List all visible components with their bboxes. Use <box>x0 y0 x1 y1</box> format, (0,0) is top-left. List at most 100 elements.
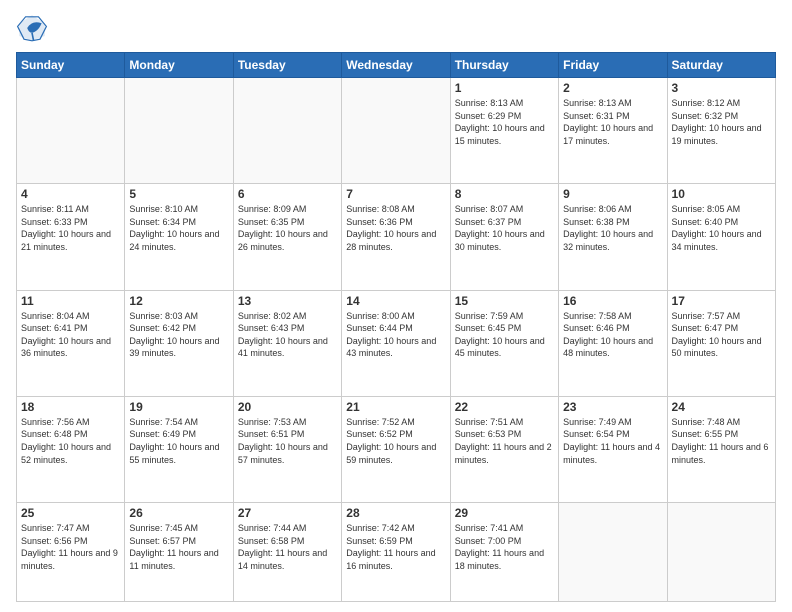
calendar-week-1: 1 Sunrise: 8:13 AM Sunset: 6:29 PM Daylig… <box>17 78 776 184</box>
calendar-cell: 25 Sunrise: 7:47 AM Sunset: 6:56 PM Dayli… <box>17 503 125 602</box>
calendar-cell: 13Sunrise: 8:02 AM Sunset: 6:43 PM Dayli… <box>233 290 341 396</box>
day-info: Sunrise: 7:49 AM Sunset: 6:54 PM Dayligh… <box>563 416 662 466</box>
calendar-cell: 21Sunrise: 7:52 AM Sunset: 6:52 PM Dayli… <box>342 396 450 502</box>
weekday-header-row: SundayMondayTuesdayWednesdayThursdayFrid… <box>17 53 776 78</box>
day-info: Sunrise: 7:53 AM Sunset: 6:51 PM Dayligh… <box>238 416 337 466</box>
page: SundayMondayTuesdayWednesdayThursdayFrid… <box>0 0 792 612</box>
day-number: 1 <box>455 81 554 95</box>
weekday-header-wednesday: Wednesday <box>342 53 450 78</box>
day-number: 20 <box>238 400 337 414</box>
calendar-cell: 6Sunrise: 8:09 AM Sunset: 6:35 PM Daylig… <box>233 184 341 290</box>
day-info: Sunrise: 7:58 AM Sunset: 6:46 PM Dayligh… <box>563 310 662 360</box>
day-info: Sunrise: 7:51 AM Sunset: 6:53 PM Dayligh… <box>455 416 554 466</box>
calendar-cell: 12 Sunrise: 8:03 AM Sunset: 6:42 PM Dayli… <box>125 290 233 396</box>
day-number: 22 <box>455 400 554 414</box>
day-info: Sunrise: 7:48 AM Sunset: 6:55 PM Dayligh… <box>672 416 771 466</box>
calendar-cell: 19 Sunrise: 7:54 AM Sunset: 6:49 PM Dayli… <box>125 396 233 502</box>
weekday-header-saturday: Saturday <box>667 53 775 78</box>
day-info: Sunrise: 7:56 AM Sunset: 6:48 PM Dayligh… <box>21 416 120 466</box>
calendar-cell: 4 Sunrise: 8:11 AM Sunset: 6:33 PM Daylig… <box>17 184 125 290</box>
day-number: 6 <box>238 187 337 201</box>
calendar-week-2: 4 Sunrise: 8:11 AM Sunset: 6:33 PM Daylig… <box>17 184 776 290</box>
calendar-cell: 26 Sunrise: 7:45 AM Sunset: 6:57 PM Dayli… <box>125 503 233 602</box>
calendar-cell: 7 Sunrise: 8:08 AM Sunset: 6:36 PM Daylig… <box>342 184 450 290</box>
day-info: Sunrise: 8:07 AM Sunset: 6:37 PM Dayligh… <box>455 203 554 253</box>
header <box>16 12 776 44</box>
calendar-cell: 24 Sunrise: 7:48 AM Sunset: 6:55 PM Dayli… <box>667 396 775 502</box>
weekday-header-monday: Monday <box>125 53 233 78</box>
day-info: Sunrise: 8:10 AM Sunset: 6:34 PM Dayligh… <box>129 203 228 253</box>
calendar-cell: 28 Sunrise: 7:42 AM Sunset: 6:59 PM Dayli… <box>342 503 450 602</box>
day-number: 27 <box>238 506 337 520</box>
day-number: 25 <box>21 506 120 520</box>
day-info: Sunrise: 8:05 AM Sunset: 6:40 PM Dayligh… <box>672 203 771 253</box>
day-info: Sunrise: 7:59 AM Sunset: 6:45 PM Dayligh… <box>455 310 554 360</box>
day-number: 15 <box>455 294 554 308</box>
day-number: 18 <box>21 400 120 414</box>
day-info: Sunrise: 7:41 AM Sunset: 7:00 PM Dayligh… <box>455 522 554 572</box>
day-info: Sunrise: 8:13 AM Sunset: 6:31 PM Dayligh… <box>563 97 662 147</box>
day-info: Sunrise: 8:00 AM Sunset: 6:44 PM Dayligh… <box>346 310 445 360</box>
day-number: 14 <box>346 294 445 308</box>
day-number: 12 <box>129 294 228 308</box>
day-number: 23 <box>563 400 662 414</box>
day-number: 5 <box>129 187 228 201</box>
day-number: 19 <box>129 400 228 414</box>
day-info: Sunrise: 8:11 AM Sunset: 6:33 PM Dayligh… <box>21 203 120 253</box>
day-info: Sunrise: 8:02 AM Sunset: 6:43 PM Dayligh… <box>238 310 337 360</box>
day-info: Sunrise: 8:03 AM Sunset: 6:42 PM Dayligh… <box>129 310 228 360</box>
weekday-header-tuesday: Tuesday <box>233 53 341 78</box>
calendar-cell <box>342 78 450 184</box>
calendar-cell: 27Sunrise: 7:44 AM Sunset: 6:58 PM Dayli… <box>233 503 341 602</box>
calendar-cell: 17 Sunrise: 7:57 AM Sunset: 6:47 PM Dayli… <box>667 290 775 396</box>
day-info: Sunrise: 7:42 AM Sunset: 6:59 PM Dayligh… <box>346 522 445 572</box>
calendar-cell: 20 Sunrise: 7:53 AM Sunset: 6:51 PM Dayli… <box>233 396 341 502</box>
calendar-cell: 14 Sunrise: 8:00 AM Sunset: 6:44 PM Dayli… <box>342 290 450 396</box>
day-number: 29 <box>455 506 554 520</box>
day-info: Sunrise: 7:52 AM Sunset: 6:52 PM Dayligh… <box>346 416 445 466</box>
calendar-cell: 16Sunrise: 7:58 AM Sunset: 6:46 PM Dayli… <box>559 290 667 396</box>
day-number: 7 <box>346 187 445 201</box>
calendar-cell <box>559 503 667 602</box>
day-number: 17 <box>672 294 771 308</box>
calendar-week-3: 11 Sunrise: 8:04 AM Sunset: 6:41 PM Dayli… <box>17 290 776 396</box>
calendar-cell <box>125 78 233 184</box>
calendar-table: SundayMondayTuesdayWednesdayThursdayFrid… <box>16 52 776 602</box>
day-info: Sunrise: 8:12 AM Sunset: 6:32 PM Dayligh… <box>672 97 771 147</box>
day-number: 8 <box>455 187 554 201</box>
calendar-week-4: 18 Sunrise: 7:56 AM Sunset: 6:48 PM Dayli… <box>17 396 776 502</box>
calendar-cell <box>667 503 775 602</box>
weekday-header-friday: Friday <box>559 53 667 78</box>
day-info: Sunrise: 7:57 AM Sunset: 6:47 PM Dayligh… <box>672 310 771 360</box>
calendar-cell: 2 Sunrise: 8:13 AM Sunset: 6:31 PM Daylig… <box>559 78 667 184</box>
day-number: 3 <box>672 81 771 95</box>
day-number: 24 <box>672 400 771 414</box>
calendar-cell: 1 Sunrise: 8:13 AM Sunset: 6:29 PM Daylig… <box>450 78 558 184</box>
calendar-cell: 9 Sunrise: 8:06 AM Sunset: 6:38 PM Daylig… <box>559 184 667 290</box>
calendar-week-5: 25 Sunrise: 7:47 AM Sunset: 6:56 PM Dayli… <box>17 503 776 602</box>
day-number: 2 <box>563 81 662 95</box>
day-info: Sunrise: 8:06 AM Sunset: 6:38 PM Dayligh… <box>563 203 662 253</box>
day-number: 9 <box>563 187 662 201</box>
day-number: 28 <box>346 506 445 520</box>
day-info: Sunrise: 8:13 AM Sunset: 6:29 PM Dayligh… <box>455 97 554 147</box>
calendar-cell: 23 Sunrise: 7:49 AM Sunset: 6:54 PM Dayli… <box>559 396 667 502</box>
logo-icon <box>16 12 48 44</box>
calendar-cell: 18 Sunrise: 7:56 AM Sunset: 6:48 PM Dayli… <box>17 396 125 502</box>
day-info: Sunrise: 7:54 AM Sunset: 6:49 PM Dayligh… <box>129 416 228 466</box>
calendar-cell: 22 Sunrise: 7:51 AM Sunset: 6:53 PM Dayli… <box>450 396 558 502</box>
day-info: Sunrise: 7:45 AM Sunset: 6:57 PM Dayligh… <box>129 522 228 572</box>
day-info: Sunrise: 8:08 AM Sunset: 6:36 PM Dayligh… <box>346 203 445 253</box>
weekday-header-thursday: Thursday <box>450 53 558 78</box>
day-number: 11 <box>21 294 120 308</box>
day-number: 4 <box>21 187 120 201</box>
calendar-cell <box>17 78 125 184</box>
calendar-cell: 3 Sunrise: 8:12 AM Sunset: 6:32 PM Daylig… <box>667 78 775 184</box>
day-info: Sunrise: 7:47 AM Sunset: 6:56 PM Dayligh… <box>21 522 120 572</box>
calendar-cell: 11 Sunrise: 8:04 AM Sunset: 6:41 PM Dayli… <box>17 290 125 396</box>
day-info: Sunrise: 8:04 AM Sunset: 6:41 PM Dayligh… <box>21 310 120 360</box>
calendar-cell: 8 Sunrise: 8:07 AM Sunset: 6:37 PM Daylig… <box>450 184 558 290</box>
weekday-header-sunday: Sunday <box>17 53 125 78</box>
calendar-cell <box>233 78 341 184</box>
day-number: 26 <box>129 506 228 520</box>
